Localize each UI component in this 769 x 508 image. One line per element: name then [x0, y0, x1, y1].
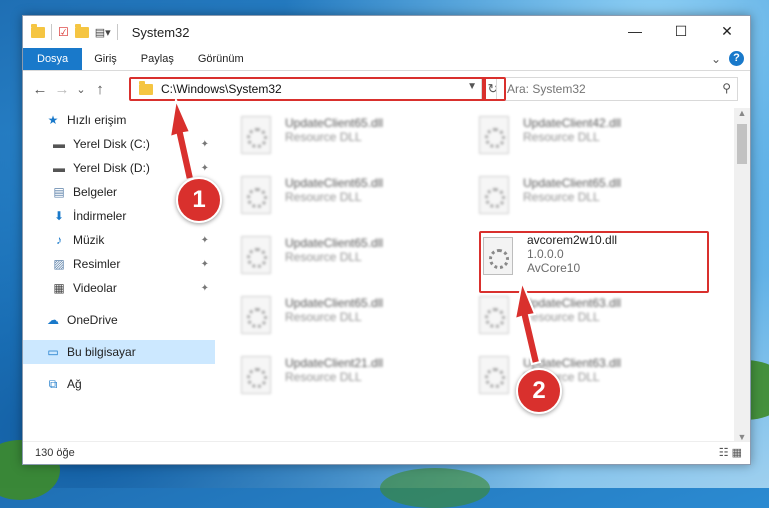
callout-badge-2: 2 — [516, 368, 562, 414]
arrow-2 — [513, 278, 542, 366]
callout-badge-1: 1 — [176, 177, 222, 223]
arrow-1 — [168, 96, 196, 182]
callout-arrows — [168, 96, 542, 366]
